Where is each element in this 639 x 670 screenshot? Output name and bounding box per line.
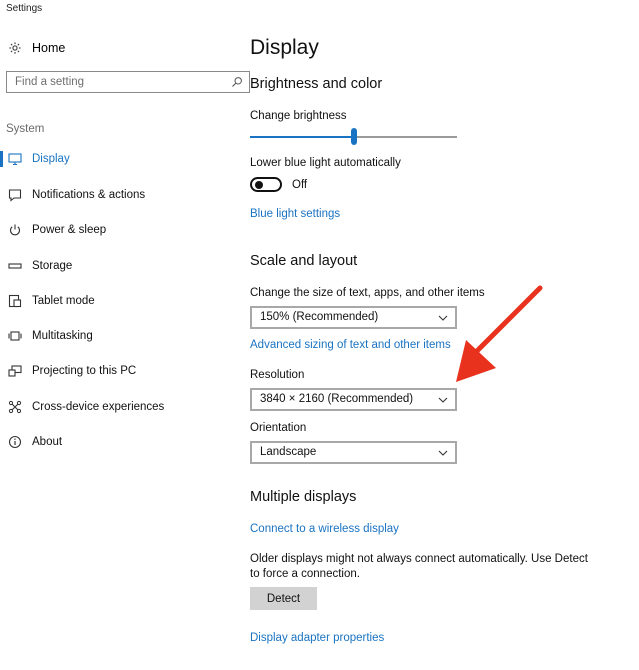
scale-dropdown[interactable]: 150% (Recommended) (250, 306, 457, 329)
page-title: Display (250, 36, 319, 59)
orientation-dropdown[interactable]: Landscape (250, 441, 457, 464)
notifications-icon (8, 189, 22, 202)
power-icon (9, 224, 21, 236)
section-label-system: System (6, 123, 45, 135)
sidebar-item-label: Notifications & actions (32, 189, 146, 201)
blue-light-settings-link[interactable]: Blue light settings (250, 208, 340, 220)
sidebar-item-label: Multitasking (32, 330, 93, 342)
slider-thumb[interactable] (351, 128, 357, 145)
tablet-mode-icon (8, 294, 22, 308)
detect-button[interactable]: Detect (250, 587, 317, 610)
scale-dropdown-value: 150% (Recommended) (260, 311, 379, 323)
home-nav-item[interactable]: Home (8, 38, 65, 58)
sidebar-item-tablet-mode[interactable]: Tablet mode (0, 289, 232, 313)
annotation-arrow (456, 285, 543, 382)
sidebar-item-label: Projecting to this PC (32, 365, 137, 377)
sidebar-item-storage[interactable]: Storage (0, 254, 232, 278)
sidebar-item-label: Storage (32, 260, 73, 272)
projecting-icon (8, 365, 22, 377)
sidebar: Home Find a setting System Display Notif… (0, 0, 250, 670)
sidebar-item-power[interactable]: Power & sleep (0, 218, 232, 242)
search-icon[interactable] (231, 76, 243, 88)
detect-description: Older displays might not always connect … (250, 553, 588, 580)
blue-light-label: Lower blue light automatically (250, 157, 401, 169)
sidebar-item-cross-device[interactable]: Cross-device experiences (0, 395, 232, 419)
chevron-down-icon (438, 450, 448, 456)
wireless-display-link[interactable]: Connect to a wireless display (250, 523, 399, 535)
sidebar-item-label: About (32, 436, 63, 448)
sidebar-item-label: Display (32, 153, 70, 165)
search-input[interactable]: Find a setting (6, 71, 250, 93)
change-brightness-label: Change brightness (250, 110, 347, 122)
resolution-label: Resolution (250, 369, 305, 381)
sidebar-item-label: Power & sleep (32, 224, 107, 236)
brightness-slider[interactable] (250, 128, 457, 146)
orientation-label: Orientation (250, 422, 307, 434)
gear-icon (9, 42, 21, 54)
info-icon (8, 435, 22, 449)
toggle-knob (255, 181, 263, 189)
monitor-icon (8, 153, 22, 166)
sidebar-item-label: Tablet mode (32, 295, 95, 307)
storage-icon (8, 263, 22, 269)
slider-fill (250, 136, 354, 138)
search-placeholder: Find a setting (15, 76, 85, 88)
blue-light-toggle[interactable] (250, 177, 282, 192)
sidebar-item-multitasking[interactable]: Multitasking (0, 324, 232, 348)
sidebar-item-notifications[interactable]: Notifications & actions (0, 183, 232, 207)
brightness-section-heading: Brightness and color (250, 76, 383, 92)
advanced-sizing-link[interactable]: Advanced sizing of text and other items (250, 339, 451, 351)
sidebar-item-display[interactable]: Display (0, 147, 232, 171)
orientation-dropdown-value: Landscape (260, 446, 317, 458)
scale-section-heading: Scale and layout (250, 253, 358, 269)
sidebar-item-about[interactable]: About (0, 430, 232, 454)
sidebar-item-label: Cross-device experiences (32, 401, 165, 413)
chevron-down-icon (438, 397, 448, 403)
display-adapter-link[interactable]: Display adapter properties (250, 632, 384, 644)
resolution-dropdown[interactable]: 3840 × 2160 (Recommended) (250, 388, 457, 411)
cross-device-icon (8, 400, 22, 414)
multiple-displays-heading: Multiple displays (250, 489, 357, 505)
home-label: Home (32, 41, 66, 55)
multitasking-icon (8, 331, 22, 341)
toggle-state-text: Off (292, 179, 308, 191)
active-indicator (0, 151, 3, 167)
resolution-dropdown-value: 3840 × 2160 (Recommended) (260, 393, 414, 405)
sidebar-item-projecting[interactable]: Projecting to this PC (0, 359, 232, 383)
